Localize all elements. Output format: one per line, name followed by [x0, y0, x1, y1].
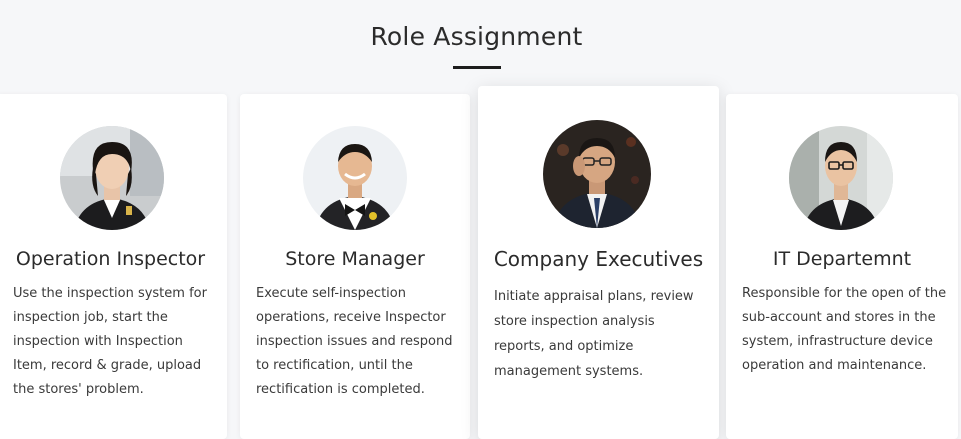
role-description: Responsible for the open of the sub-acco…	[742, 286, 947, 373]
role-card-it-department: IT Departemnt Responsible for the open o…	[726, 94, 958, 439]
section-title: Role Assignment	[370, 22, 583, 51]
role-card-operation-inspector: Operation Inspector Use the inspection s…	[0, 94, 227, 439]
role-description: Use the inspection system for inspection…	[13, 286, 207, 397]
person-executive-avatar	[543, 120, 651, 228]
role-card-store-manager: Store Manager Execute self-inspection op…	[240, 94, 470, 439]
person-woman-avatar	[60, 126, 164, 230]
role-description: Execute self-inspection operations, rece…	[256, 286, 453, 397]
title-underline	[453, 66, 501, 69]
role-title: Company Executives	[493, 247, 704, 271]
role-description: Initiate appraisal plans, review store i…	[494, 289, 694, 379]
role-title: Store Manager	[285, 248, 425, 270]
person-glasses-avatar	[789, 126, 893, 230]
role-title: Operation Inspector	[15, 248, 206, 270]
person-bowtie-avatar	[303, 126, 407, 230]
role-card-company-executives: Company Executives Initiate appraisal pl…	[478, 86, 719, 439]
role-title: IT Departemnt	[772, 248, 912, 270]
